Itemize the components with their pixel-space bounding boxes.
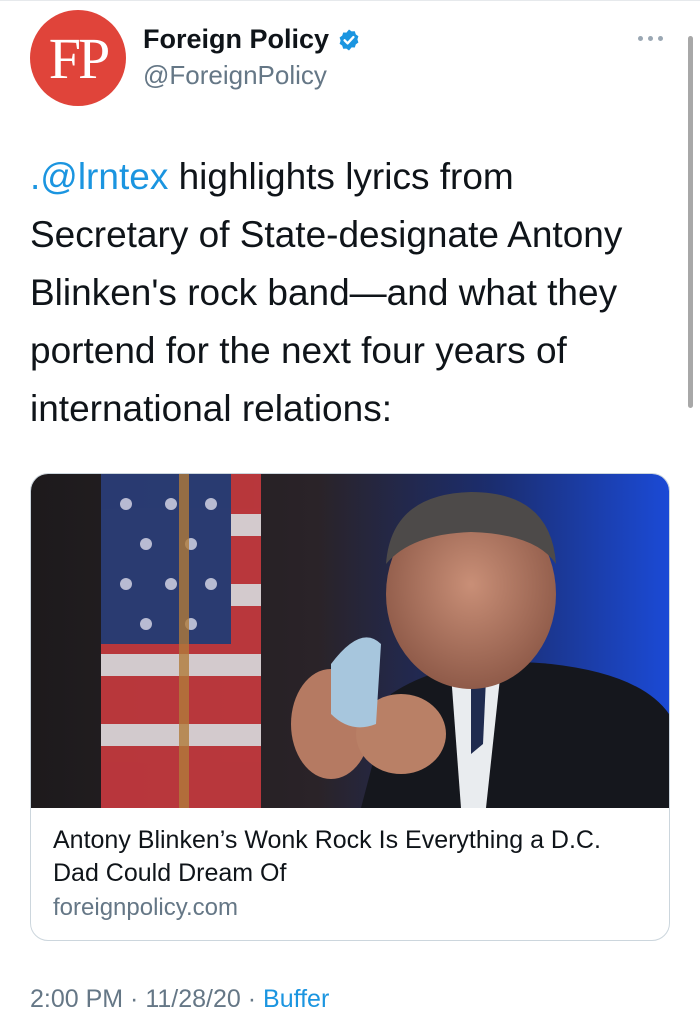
avatar-initials: FP <box>48 25 110 91</box>
top-divider <box>0 0 700 1</box>
tweet-date[interactable]: 11/28/20 <box>145 985 240 1013</box>
tweet-meta: 2:00 PM · 11/28/20 · Buffer <box>30 985 329 1014</box>
card-title[interactable]: Antony Blinken’s Wonk Rock Is Everything… <box>53 824 647 890</box>
more-options-icon[interactable] <box>638 32 670 44</box>
card-text: Antony Blinken’s Wonk Rock Is Everything… <box>31 808 669 925</box>
tweet-source[interactable]: Buffer <box>263 985 329 1013</box>
meta-separator-2: · <box>240 985 264 1013</box>
author-name-row: Foreign Policy <box>143 24 361 55</box>
tweet-time[interactable]: 2:00 PM <box>30 985 123 1013</box>
card-image <box>31 474 669 808</box>
avatar[interactable]: FP <box>30 10 126 106</box>
author-handle[interactable]: @ForeignPolicy <box>143 60 327 91</box>
mention-link[interactable]: .@lrntex <box>30 156 168 197</box>
meta-separator: · <box>123 985 146 1013</box>
tweet-text: .@lrntex highlights lyrics from Secretar… <box>30 148 680 438</box>
verified-badge-icon <box>339 29 359 50</box>
link-card[interactable]: Antony Blinken’s Wonk Rock Is Everything… <box>30 473 670 941</box>
scrollbar[interactable] <box>688 36 693 408</box>
display-name[interactable]: Foreign Policy <box>143 24 329 55</box>
card-domain: foreignpolicy.com <box>53 894 238 921</box>
